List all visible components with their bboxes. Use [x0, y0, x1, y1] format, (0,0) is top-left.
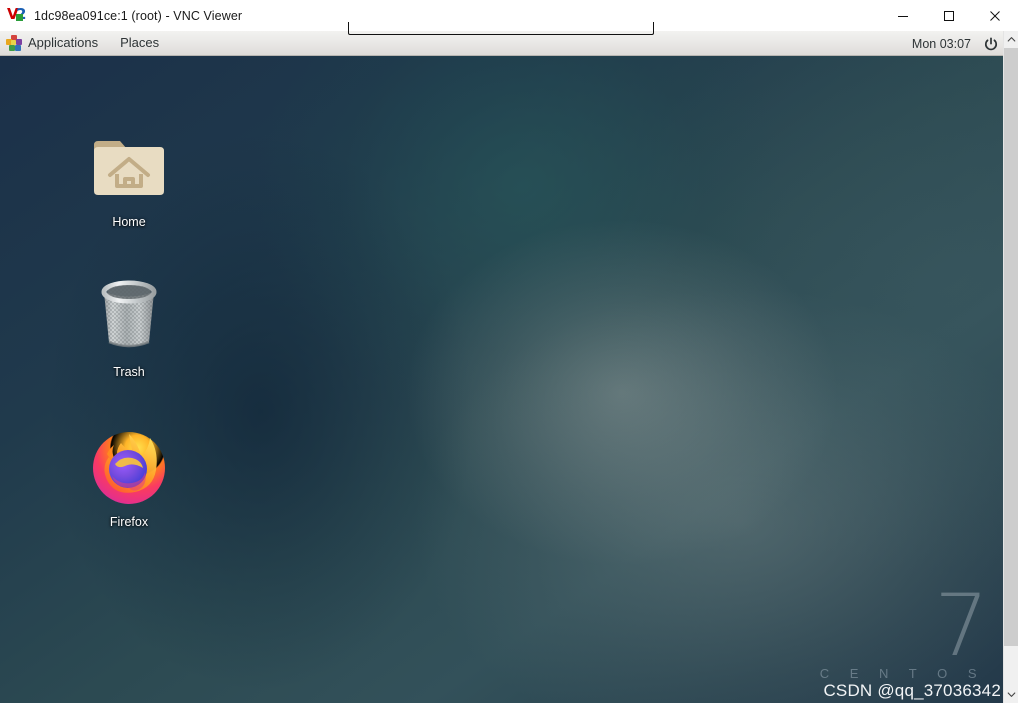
desktop-icon-label: Home: [112, 215, 146, 229]
panel-status-area: Mon 03:07: [904, 31, 1003, 56]
desktop-icon-trash[interactable]: Trash: [77, 268, 181, 380]
desktop-icon-label: Firefox: [109, 515, 149, 529]
scrollbar-down-button[interactable]: [1004, 686, 1018, 703]
minimize-button[interactable]: [880, 0, 926, 31]
centos-branding: 7 C E N T O S: [819, 576, 989, 681]
gnome-applications-icon: [6, 35, 22, 51]
close-button[interactable]: [972, 0, 1018, 31]
maximize-icon: [944, 10, 954, 21]
desktop-icon-firefox[interactable]: Firefox: [77, 418, 181, 530]
vertical-scrollbar[interactable]: [1003, 31, 1018, 703]
desktop-wallpaper[interactable]: Home Trash Firefox 7 C E N T O S: [0, 56, 1003, 703]
desktop-icon-label: Trash: [113, 365, 145, 379]
scrollbar-up-button[interactable]: [1004, 31, 1018, 48]
vnc-toolbar-handle[interactable]: [348, 22, 654, 35]
remote-desktop-viewport: Home Trash Firefox 7 C E N T O S Applica…: [0, 31, 1003, 703]
centos-version: 7: [934, 576, 989, 676]
menu-applications[interactable]: Applications: [28, 32, 107, 54]
power-menu-button[interactable]: [979, 31, 1003, 56]
scrollbar-thumb[interactable]: [1004, 48, 1018, 646]
scrollbar-track[interactable]: [1004, 48, 1018, 686]
close-icon: [990, 10, 1000, 21]
menu-places[interactable]: Places: [107, 32, 168, 54]
vnc-viewer-window: V 2 1dc98ea091ce:1 (root) - VNC Viewer: [0, 0, 1018, 703]
chevron-up-icon: [1007, 37, 1016, 42]
desktop-icon-home[interactable]: Home: [77, 118, 181, 230]
centos-name: C E N T O S: [819, 666, 985, 681]
power-icon: [985, 36, 997, 50]
csdn-watermark: CSDN @qq_37036342: [823, 681, 1001, 700]
panel-clock[interactable]: Mon 03:07: [904, 37, 979, 51]
window-controls: [880, 0, 1018, 31]
vnc-logo-icon: V 2: [7, 6, 29, 26]
trash-bin-icon: [77, 268, 181, 364]
maximize-button[interactable]: [926, 0, 972, 31]
home-folder-icon: [77, 118, 181, 214]
minimize-icon: [898, 15, 908, 17]
window-title: 1dc98ea091ce:1 (root) - VNC Viewer: [34, 8, 243, 23]
chevron-down-icon: [1007, 692, 1016, 697]
firefox-icon: [77, 418, 181, 514]
